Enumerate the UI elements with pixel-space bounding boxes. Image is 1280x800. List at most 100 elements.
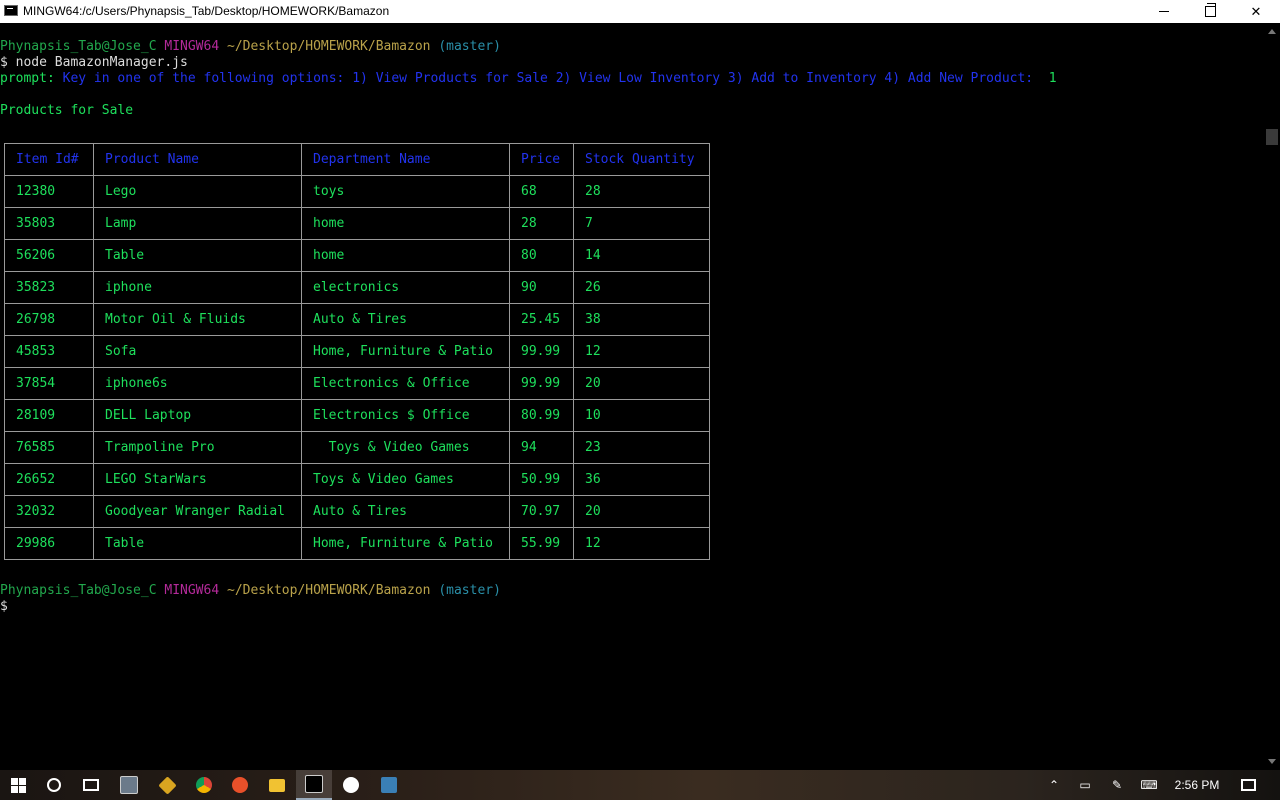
- cell-stock: 38: [573, 303, 710, 336]
- table-row: 26652 LEGO StarWars Toys & Video Games 50.9…: [4, 463, 710, 496]
- chrome-icon: [196, 777, 212, 793]
- taskbar-app-mysql[interactable]: [370, 770, 408, 800]
- cell-department: toys: [301, 175, 510, 208]
- cell-item-id: 29986: [4, 527, 94, 560]
- maximize-button[interactable]: [1187, 0, 1233, 23]
- cell-product-name: Table: [93, 527, 302, 560]
- cell-item-id: 32032: [4, 495, 94, 528]
- cell-department: home: [301, 207, 510, 240]
- cell-stock: 20: [573, 495, 710, 528]
- options-prompt: prompt: Key in one of the following opti…: [0, 71, 1057, 87]
- system-clock[interactable]: 2:56 PM: [1168, 770, 1226, 800]
- window-title: MINGW64:/c/Users/Phynapsis_Tab/Desktop/H…: [23, 4, 390, 18]
- cell-department: Auto & Tires: [301, 495, 510, 528]
- cell-stock: 7: [573, 207, 710, 240]
- cell-item-id: 76585: [4, 431, 94, 464]
- cell-price: 50.99: [509, 463, 574, 496]
- section-title: Products for Sale: [0, 103, 134, 118]
- cell-product-name: Lego: [93, 175, 302, 208]
- table-header-row: Item Id# Product Name Department Name Pr…: [4, 143, 710, 176]
- scrollbar-thumb[interactable]: [1266, 129, 1278, 145]
- prompt-user: Phynapsis_Tab@Jose_C: [0, 39, 157, 54]
- scroll-down-arrow-icon[interactable]: [1268, 759, 1276, 764]
- terminal-scrollbar[interactable]: [1264, 23, 1280, 770]
- prompt-shell: MINGW64: [164, 583, 220, 598]
- terminal-app-icon: [4, 5, 18, 16]
- table-row: 45853 Sofa Home, Furniture & Patio 99.99 12: [4, 335, 710, 368]
- header-department-name: Department Name: [301, 143, 510, 176]
- terminal-output[interactable]: Phynapsis_Tab@Jose_C MINGW64 ~/Desktop/H…: [0, 23, 1264, 770]
- folder-icon: [269, 778, 285, 792]
- cell-item-id: 12380: [4, 175, 94, 208]
- cell-product-name: Sofa: [93, 335, 302, 368]
- prompt-line-2: Phynapsis_Tab@Jose_C MINGW64 ~/Desktop/H…: [0, 583, 501, 599]
- mysql-workbench-icon: [381, 777, 397, 793]
- prompt-answer: 1: [1048, 71, 1057, 86]
- task-view-button[interactable]: [72, 770, 110, 800]
- prompt-user: Phynapsis_Tab@Jose_C: [0, 583, 157, 598]
- cell-item-id: 28109: [4, 399, 94, 432]
- cell-price: 80: [509, 239, 574, 272]
- products-table: Item Id# Product Name Department Name Pr…: [4, 143, 710, 560]
- cell-department: Home, Furniture & Patio: [301, 527, 510, 560]
- cell-product-name: Trampoline Pro: [93, 431, 302, 464]
- table-row: 56206 Table home 80 14: [4, 239, 710, 272]
- table-row: 37854 iphone6s Electronics & Office 99.99 20: [4, 367, 710, 400]
- table-row: 35823 iphone electronics 90 26: [4, 271, 710, 304]
- cell-department: Electronics $ Office: [301, 399, 510, 432]
- cell-department: Toys & Video Games: [301, 463, 510, 496]
- cell-product-name: Motor Oil & Fluids: [93, 303, 302, 336]
- cell-price: 55.99: [509, 527, 574, 560]
- prompt-branch: (master): [438, 583, 501, 598]
- battery-icon[interactable]: ▭: [1072, 770, 1098, 800]
- prompt-line-1: Phynapsis_Tab@Jose_C MINGW64 ~/Desktop/H…: [0, 39, 501, 55]
- cortana-search-button[interactable]: [36, 770, 72, 800]
- pen-workspace-icon[interactable]: ✎: [1104, 770, 1130, 800]
- show-hidden-icons-chevron-up-icon[interactable]: ⌃: [1042, 770, 1066, 800]
- cell-department: Toys & Video Games: [301, 431, 510, 464]
- prompt-question: Key in one of the following options: 1) …: [62, 71, 1034, 86]
- close-button[interactable]: ✕: [1233, 0, 1279, 23]
- table-row: 32032 Goodyear Wranger Radial Auto & Tires…: [4, 495, 710, 528]
- notification-icon: [1240, 779, 1256, 791]
- taskbar-app-chrome[interactable]: [186, 770, 222, 800]
- cell-product-name: LEGO StarWars: [93, 463, 302, 496]
- cell-product-name: Lamp: [93, 207, 302, 240]
- table-row: 26798 Motor Oil & Fluids Auto & Tires 25.45…: [4, 303, 710, 336]
- cell-price: 28: [509, 207, 574, 240]
- cell-department: Home, Furniture & Patio: [301, 335, 510, 368]
- cell-department: electronics: [301, 271, 510, 304]
- start-button[interactable]: [0, 770, 36, 800]
- git-icon: [157, 775, 177, 795]
- shell-prompt-dollar[interactable]: $: [0, 599, 8, 615]
- cell-product-name: iphone6s: [93, 367, 302, 400]
- header-product-name: Product Name: [93, 143, 302, 176]
- taskbar-app-git[interactable]: [148, 770, 186, 800]
- cell-item-id: 26798: [4, 303, 94, 336]
- orange-app-icon: [232, 777, 248, 793]
- taskbar-app-unity[interactable]: [332, 770, 370, 800]
- table-row: 35803 Lamp home 28 7: [4, 207, 710, 240]
- keyboard-icon[interactable]: ⌨: [1136, 770, 1162, 800]
- cell-product-name: iphone: [93, 271, 302, 304]
- cell-department: Electronics & Office: [301, 367, 510, 400]
- cell-price: 25.45: [509, 303, 574, 336]
- command-line: $ node BamazonManager.js: [0, 55, 188, 70]
- taskbar-file-explorer[interactable]: [258, 770, 296, 800]
- header-stock-quantity: Stock Quantity: [573, 143, 710, 176]
- cell-stock: 36: [573, 463, 710, 496]
- cell-price: 94: [509, 431, 574, 464]
- cell-item-id: 35803: [4, 207, 94, 240]
- cell-stock: 12: [573, 335, 710, 368]
- minimize-button[interactable]: [1141, 0, 1187, 23]
- cell-price: 99.99: [509, 335, 574, 368]
- cell-price: 68: [509, 175, 574, 208]
- windows-taskbar: ⌃ ▭ ✎ ⌨ 2:56 PM: [0, 770, 1280, 800]
- window-titlebar: MINGW64:/c/Users/Phynapsis_Tab/Desktop/H…: [0, 0, 1280, 23]
- taskbar-app-terminal[interactable]: [296, 770, 332, 800]
- image-viewer-icon: [120, 776, 138, 794]
- taskbar-app-viewer[interactable]: [110, 770, 148, 800]
- taskbar-app-orange[interactable]: [222, 770, 258, 800]
- scroll-up-arrow-icon[interactable]: [1268, 29, 1276, 34]
- action-center-button[interactable]: [1236, 770, 1260, 800]
